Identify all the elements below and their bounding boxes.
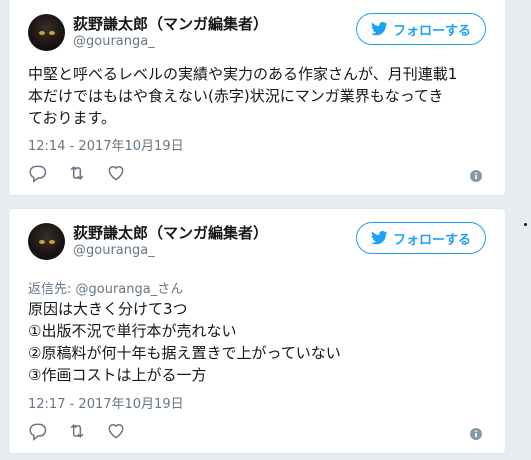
follow-label: フォローする [392, 23, 471, 39]
author-handle[interactable]: @gouranga_ [73, 34, 155, 49]
tweet-text-line: 中堅と呼べるレベルの実績や実力のある作家さんが、月刊連載1 [28, 65, 458, 83]
avatar[interactable] [28, 223, 65, 260]
tweet-actions [28, 163, 488, 183]
avatar-eye [49, 240, 55, 244]
tweet-timestamp[interactable]: 12:17 - 2017年10月19日 [28, 393, 184, 412]
tweet-card: 荻野謙太郎（マンガ編集者） @gouranga_ フォローする 中堅と呼べるレベ… [8, 0, 506, 196]
reply-to[interactable]: 返信先: @gouranga_さん [28, 278, 183, 297]
follow-button[interactable]: フォローする [356, 13, 486, 45]
tweet-text-line: 原因は大きく分けて3つ [28, 300, 188, 318]
tweet-text-line: ①出版不況で単行本が売れない [28, 322, 237, 340]
tweet-text-line: ております。 [28, 109, 117, 127]
info-icon[interactable] [470, 425, 482, 440]
tweet-text-line: ②原稿料が何十年も据え置きで上がっていない [28, 344, 341, 362]
tweet-text-line: ③作画コストは上がる一方 [28, 366, 207, 384]
stray-dot [524, 223, 527, 226]
author-handle[interactable]: @gouranga_ [73, 243, 155, 258]
follow-button[interactable]: フォローする [356, 222, 486, 254]
reply-icon[interactable] [28, 163, 48, 183]
avatar-eye [49, 31, 55, 35]
author-name[interactable]: 荻野謙太郎（マンガ編集者） [73, 13, 268, 34]
bird-icon [371, 22, 388, 36]
follow-label: フォローする [392, 232, 471, 248]
tweet-timestamp[interactable]: 12:14 - 2017年10月19日 [28, 135, 184, 154]
bird-icon [371, 231, 388, 245]
tweet-actions [28, 421, 488, 441]
avatar[interactable] [28, 14, 65, 51]
author-name[interactable]: 荻野謙太郎（マンガ編集者） [73, 222, 268, 243]
retweet-icon[interactable] [67, 421, 87, 441]
tweet-text: 原因は大きく分けて3つ ①出版不況で単行本が売れない ②原稿料が何十年も据え置き… [28, 298, 483, 386]
avatar-eye [39, 240, 45, 244]
like-icon[interactable] [106, 163, 126, 183]
reply-icon[interactable] [28, 421, 48, 441]
info-icon[interactable] [470, 167, 482, 182]
tweet-text-line: 本だけではもはや食えない(赤字)状況にマンガ業界もなってき [28, 87, 444, 105]
tweet-text: 中堅と呼べるレベルの実績や実力のある作家さんが、月刊連載1 本だけではもはや食え… [28, 63, 483, 129]
avatar-eye [39, 31, 45, 35]
tweet-card: 荻野謙太郎（マンガ編集者） @gouranga_ フォローする 返信先: @go… [8, 208, 506, 454]
like-icon[interactable] [106, 421, 126, 441]
retweet-icon[interactable] [67, 163, 87, 183]
